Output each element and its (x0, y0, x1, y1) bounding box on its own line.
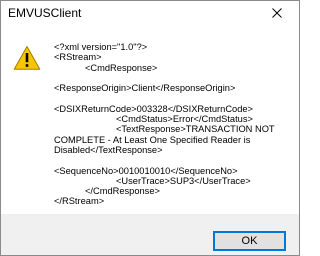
message-area: <?xml version="1.0"?> <RStream> <CmdResp… (1, 25, 299, 214)
close-button[interactable] (255, 1, 299, 25)
warning-icon (13, 46, 41, 70)
message-box-window: EMVUSClient <?xml version="1.0"?> <RStre… (0, 0, 300, 256)
button-bar: OK (1, 214, 299, 255)
message-text: <?xml version="1.0"?> <RStream> <CmdResp… (54, 42, 275, 207)
ok-button[interactable]: OK (213, 231, 286, 251)
close-icon (272, 8, 282, 18)
window-title: EMVUSClient (8, 6, 82, 20)
title-bar[interactable]: EMVUSClient (1, 1, 299, 25)
